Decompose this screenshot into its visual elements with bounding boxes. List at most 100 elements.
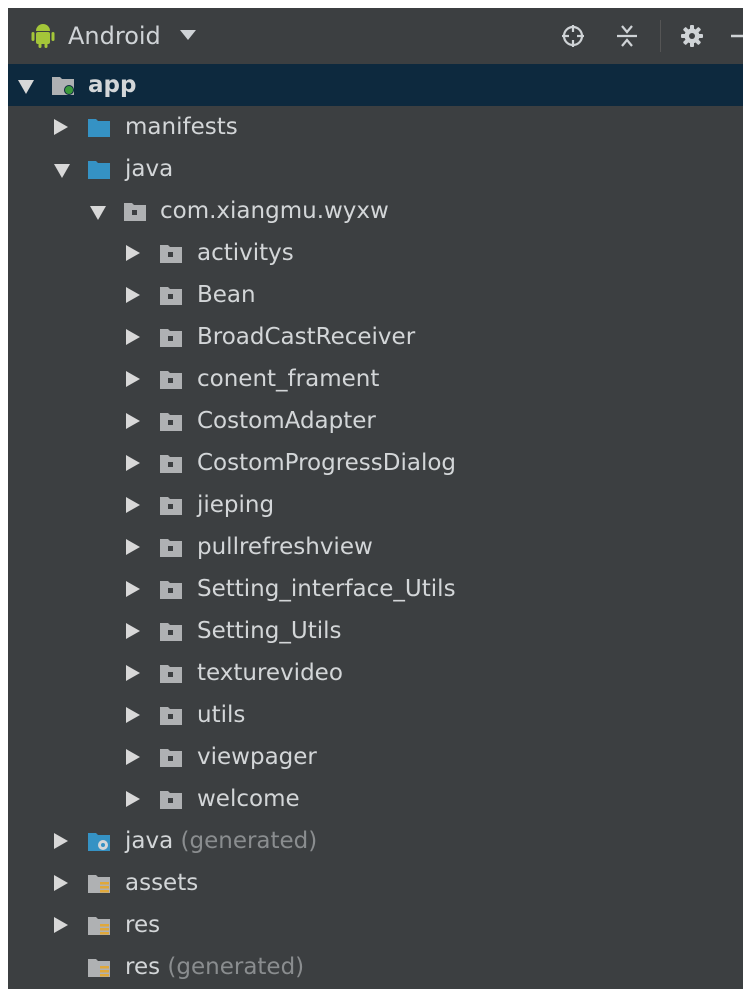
- folder-icon: [88, 119, 110, 137]
- expand-arrow-icon[interactable]: [126, 791, 140, 807]
- package-icon: [160, 455, 182, 473]
- tree-node-label: assets: [125, 870, 199, 896]
- expand-arrow-icon[interactable]: [126, 539, 140, 555]
- expand-arrow-icon[interactable]: [126, 665, 140, 681]
- tree-node-label: CostomAdapter: [197, 408, 376, 434]
- tree-node-label: viewpager: [197, 744, 317, 770]
- tree-node-package[interactable]: activitys: [8, 232, 743, 274]
- generated-source-folder-icon: [88, 833, 110, 851]
- android-icon: [31, 24, 55, 48]
- tree-node-res[interactable]: res: [8, 904, 743, 946]
- tree-node-label: java (generated): [125, 826, 317, 856]
- package-icon: [160, 413, 182, 431]
- package-icon: [160, 623, 182, 641]
- tree-node-name: java: [125, 828, 174, 854]
- tree-node-label: pullrefreshview: [197, 534, 373, 560]
- tree-node-label: com.xiangmu.wyxw: [160, 198, 389, 224]
- tree-node-package[interactable]: CostomAdapter: [8, 400, 743, 442]
- collapse-all-icon[interactable]: [615, 24, 639, 48]
- project-panel: Android app manifests java com.xiangmu.w…: [8, 8, 743, 989]
- package-icon: [160, 329, 182, 347]
- expand-arrow-icon[interactable]: [54, 164, 70, 178]
- generated-suffix: (generated): [167, 954, 305, 980]
- expand-arrow-icon[interactable]: [126, 287, 140, 303]
- expand-arrow-icon[interactable]: [126, 581, 140, 597]
- expand-arrow-icon[interactable]: [126, 455, 140, 471]
- tree-node-package[interactable]: utils: [8, 694, 743, 736]
- tree-node-manifests[interactable]: manifests: [8, 106, 743, 148]
- view-mode-selector[interactable]: Android: [68, 21, 161, 51]
- resource-folder-icon: [88, 917, 110, 935]
- tree-node-package[interactable]: pullrefreshview: [8, 526, 743, 568]
- tree-node-package[interactable]: jieping: [8, 484, 743, 526]
- expand-arrow-icon[interactable]: [126, 497, 140, 513]
- package-icon: [160, 497, 182, 515]
- tree-node-label: res (generated): [125, 952, 304, 982]
- source-folder-icon: [88, 161, 110, 179]
- package-icon: [160, 665, 182, 683]
- tree-node-package[interactable]: Setting_interface_Utils: [8, 568, 743, 610]
- expand-arrow-icon[interactable]: [126, 329, 140, 345]
- tree-node-package[interactable]: com.xiangmu.wyxw: [8, 190, 743, 232]
- package-icon: [160, 371, 182, 389]
- expand-arrow-icon[interactable]: [126, 749, 140, 765]
- tree-node-package[interactable]: BroadCastReceiver: [8, 316, 743, 358]
- package-icon: [124, 203, 146, 221]
- tree-node-label: welcome: [197, 786, 300, 812]
- generated-suffix: (generated): [180, 828, 318, 854]
- tree-node-res-generated[interactable]: res (generated): [8, 946, 743, 988]
- tree-node-label: texturevideo: [197, 660, 343, 686]
- tree-node-label: activitys: [197, 240, 294, 266]
- tree-node-package[interactable]: welcome: [8, 778, 743, 820]
- expand-arrow-icon[interactable]: [126, 623, 140, 639]
- tree-node-label: java: [125, 156, 174, 182]
- resource-folder-icon: [88, 875, 110, 893]
- tree-node-label: conent_frament: [197, 366, 380, 392]
- expand-arrow-icon[interactable]: [54, 833, 68, 849]
- tree-node-label: manifests: [125, 114, 238, 140]
- tree-node-label: jieping: [197, 492, 275, 518]
- tree-node-package[interactable]: viewpager: [8, 736, 743, 778]
- tree-node-package[interactable]: CostomProgressDialog: [8, 442, 743, 484]
- package-icon: [160, 287, 182, 305]
- tree-node-label: Setting_Utils: [197, 618, 342, 644]
- package-icon: [160, 707, 182, 725]
- tree-node-label: Setting_interface_Utils: [197, 576, 456, 602]
- dropdown-caret-icon[interactable]: [180, 30, 196, 40]
- expand-arrow-icon[interactable]: [18, 80, 34, 94]
- tree-node-label: utils: [197, 702, 246, 728]
- tree-node-java-generated[interactable]: java (generated): [8, 820, 743, 862]
- resource-folder-icon: [88, 959, 110, 977]
- tree-node-label: res: [125, 912, 161, 938]
- tree-node-assets[interactable]: assets: [8, 862, 743, 904]
- package-icon: [160, 791, 182, 809]
- tree-node-app[interactable]: app: [8, 64, 743, 106]
- toolbar-separator: [660, 20, 661, 52]
- module-folder-icon: [52, 77, 74, 95]
- tree-node-package[interactable]: Bean: [8, 274, 743, 316]
- expand-arrow-icon[interactable]: [54, 119, 68, 135]
- tree-node-name: res: [125, 954, 161, 980]
- project-toolbar: Android: [8, 8, 743, 65]
- crosshair-icon[interactable]: [561, 24, 585, 48]
- expand-arrow-icon[interactable]: [126, 245, 140, 261]
- tree-node-label: app: [88, 72, 137, 98]
- package-icon: [160, 539, 182, 557]
- expand-arrow-icon[interactable]: [90, 206, 106, 220]
- tree-node-package[interactable]: conent_frament: [8, 358, 743, 400]
- hide-icon[interactable]: [728, 24, 743, 48]
- tree-node-package[interactable]: texturevideo: [8, 652, 743, 694]
- gear-icon[interactable]: [680, 24, 704, 48]
- tree-node-java[interactable]: java: [8, 148, 743, 190]
- expand-arrow-icon[interactable]: [126, 413, 140, 429]
- tree-node-package[interactable]: Setting_Utils: [8, 610, 743, 652]
- expand-arrow-icon[interactable]: [126, 707, 140, 723]
- expand-arrow-icon[interactable]: [54, 917, 68, 933]
- tree-node-label: Bean: [197, 282, 256, 308]
- expand-arrow-icon[interactable]: [54, 875, 68, 891]
- package-icon: [160, 581, 182, 599]
- tree-node-label: BroadCastReceiver: [197, 324, 416, 350]
- package-icon: [160, 245, 182, 263]
- package-icon: [160, 749, 182, 767]
- expand-arrow-icon[interactable]: [126, 371, 140, 387]
